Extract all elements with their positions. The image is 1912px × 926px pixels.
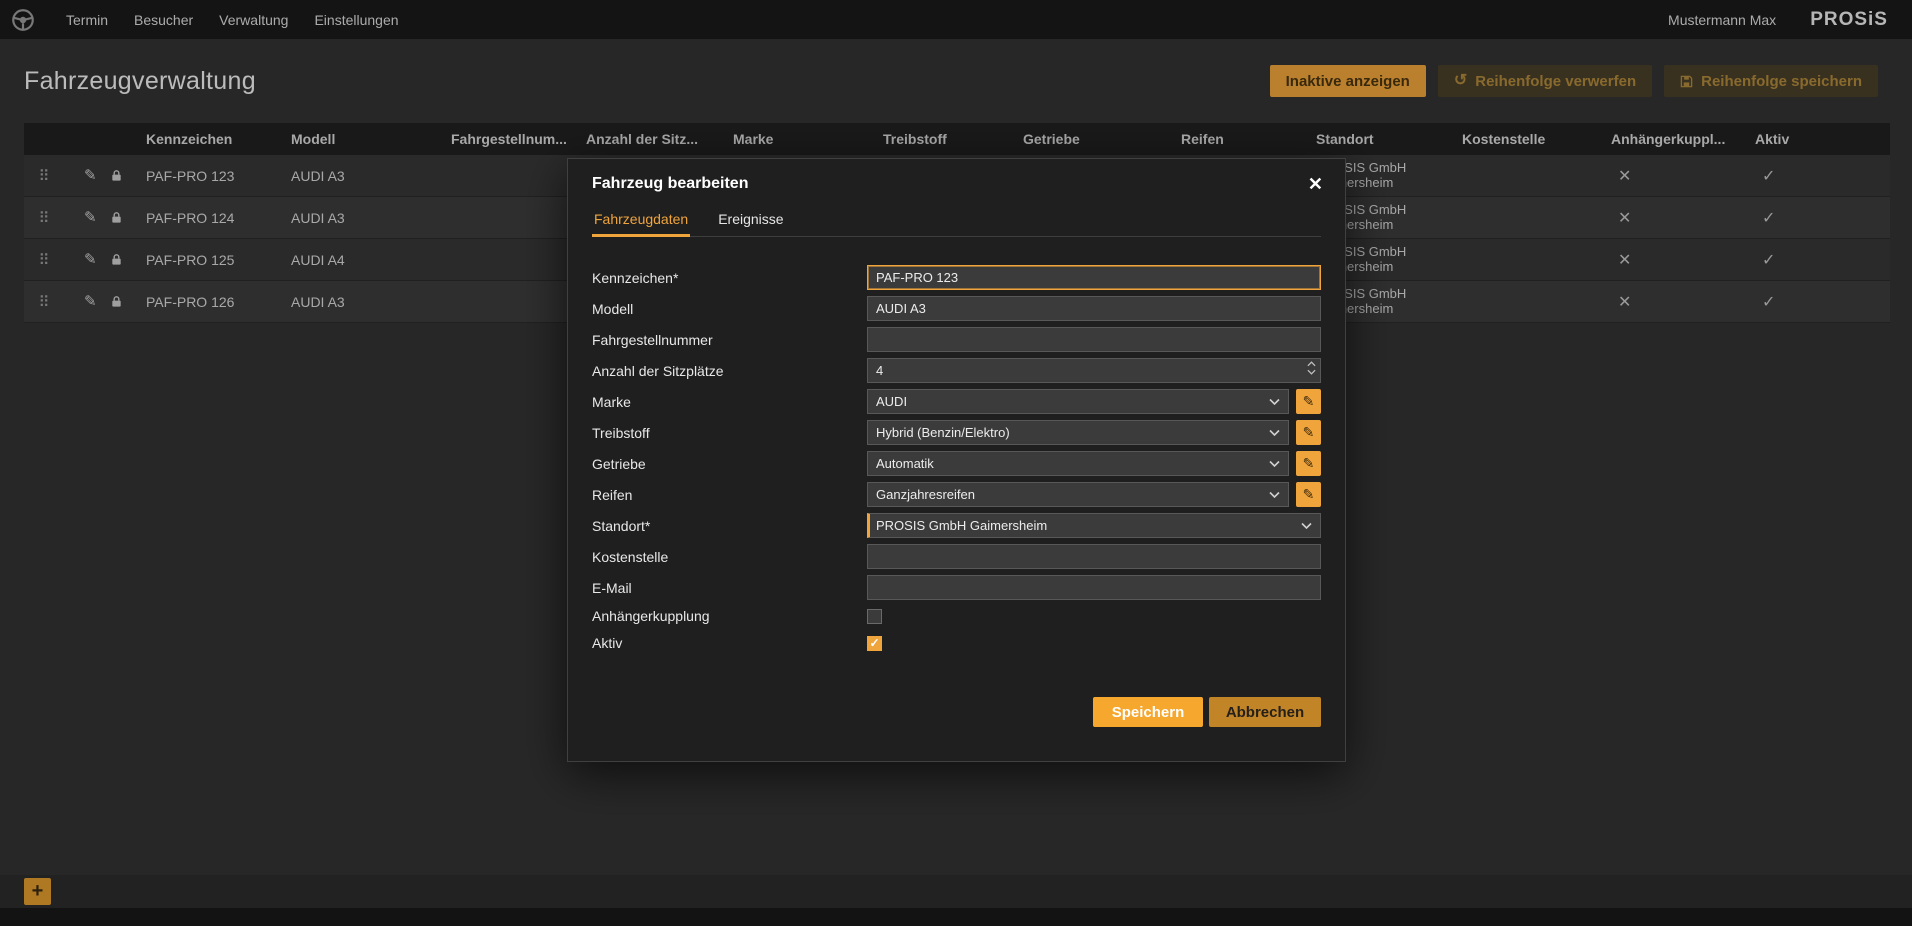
close-icon[interactable]: ✕ xyxy=(1308,175,1323,193)
getriebe-select-value: Automatik xyxy=(876,456,934,471)
form-row: Anhängerkupplung xyxy=(592,606,1321,626)
reifen-select[interactable]: Ganzjahresreifen xyxy=(867,482,1289,507)
modell-label: Modell xyxy=(592,301,867,317)
chevron-down-icon xyxy=(1307,369,1316,375)
tab-ereignisse[interactable]: Ereignisse xyxy=(716,203,785,236)
chevron-down-icon xyxy=(1301,522,1312,529)
chevron-down-icon xyxy=(1269,460,1280,467)
edit-reifen-button[interactable]: ✎ xyxy=(1296,482,1321,507)
edit-marke-button[interactable]: ✎ xyxy=(1296,389,1321,414)
modal-actions: Speichern Abbrechen xyxy=(592,697,1321,727)
treibstoff-label: Treibstoff xyxy=(592,425,867,441)
marke-select[interactable]: AUDI xyxy=(867,389,1289,414)
tab-fahrzeugdaten[interactable]: Fahrzeugdaten xyxy=(592,203,690,236)
form-row: Anzahl der Sitzplätze xyxy=(592,358,1321,383)
chevron-down-icon xyxy=(1269,429,1280,436)
email-input[interactable] xyxy=(867,575,1321,600)
pencil-icon: ✎ xyxy=(1303,455,1315,472)
form-row: Modell xyxy=(592,296,1321,321)
pencil-icon: ✎ xyxy=(1303,486,1315,503)
cancel-button[interactable]: Abbrechen xyxy=(1209,697,1321,727)
form-row: Treibstoff Hybrid (Benzin/Elektro) ✎ xyxy=(592,420,1321,445)
form-row: Reifen Ganzjahresreifen ✎ xyxy=(592,482,1321,507)
treibstoff-select[interactable]: Hybrid (Benzin/Elektro) xyxy=(867,420,1289,445)
standort-select-value: PROSIS GmbH Gaimersheim xyxy=(876,518,1047,533)
getriebe-label: Getriebe xyxy=(592,456,867,472)
sitzplaetze-input[interactable] xyxy=(867,358,1321,383)
fahrgestellnummer-input[interactable] xyxy=(867,327,1321,352)
anhaengerkupplung-label: Anhängerkupplung xyxy=(592,608,867,624)
chevron-up-icon xyxy=(1307,361,1316,367)
marke-label: Marke xyxy=(592,394,867,410)
form-row: Standort* PROSIS GmbH Gaimersheim xyxy=(592,513,1321,538)
modell-input[interactable] xyxy=(867,296,1321,321)
standort-select[interactable]: PROSIS GmbH Gaimersheim xyxy=(867,513,1321,538)
kennzeichen-input[interactable] xyxy=(867,265,1321,290)
edit-treibstoff-button[interactable]: ✎ xyxy=(1296,420,1321,445)
edit-getriebe-button[interactable]: ✎ xyxy=(1296,451,1321,476)
form-row: Getriebe Automatik ✎ xyxy=(592,451,1321,476)
form-row: Fahrgestellnummer xyxy=(592,327,1321,352)
modal-tabs: Fahrzeugdaten Ereignisse xyxy=(592,203,1321,237)
marke-select-value: AUDI xyxy=(876,394,907,409)
form-row: Kennzeichen* xyxy=(592,265,1321,290)
anhaengerkupplung-checkbox[interactable] xyxy=(867,609,882,624)
edit-vehicle-modal: Fahrzeug bearbeiten ✕ Fahrzeugdaten Erei… xyxy=(567,158,1346,762)
standort-label: Standort* xyxy=(592,518,867,534)
kostenstelle-input[interactable] xyxy=(867,544,1321,569)
form-row: Kostenstelle xyxy=(592,544,1321,569)
pencil-icon: ✎ xyxy=(1303,393,1315,410)
modal-title: Fahrzeug bearbeiten xyxy=(592,175,748,193)
form-row: Aktiv xyxy=(592,633,1321,653)
reifen-label: Reifen xyxy=(592,487,867,503)
sitzplaetze-label: Anzahl der Sitzplätze xyxy=(592,363,867,379)
email-label: E-Mail xyxy=(592,580,867,596)
treibstoff-select-value: Hybrid (Benzin/Elektro) xyxy=(876,425,1010,440)
chevron-down-icon xyxy=(1269,398,1280,405)
aktiv-checkbox[interactable] xyxy=(867,636,882,651)
fahrgestellnummer-label: Fahrgestellnummer xyxy=(592,332,867,348)
aktiv-label: Aktiv xyxy=(592,635,867,651)
kostenstelle-label: Kostenstelle xyxy=(592,549,867,565)
pencil-icon: ✎ xyxy=(1303,424,1315,441)
form-row: Marke AUDI ✎ xyxy=(592,389,1321,414)
chevron-down-icon xyxy=(1269,491,1280,498)
number-stepper[interactable] xyxy=(1307,361,1316,375)
kennzeichen-label: Kennzeichen* xyxy=(592,270,867,286)
vehicle-form: Kennzeichen* Modell Fahrgestellnummer An… xyxy=(568,237,1345,653)
modal-header: Fahrzeug bearbeiten ✕ xyxy=(568,159,1345,199)
reifen-select-value: Ganzjahresreifen xyxy=(876,487,975,502)
getriebe-select[interactable]: Automatik xyxy=(867,451,1289,476)
save-button[interactable]: Speichern xyxy=(1093,697,1203,727)
form-row: E-Mail xyxy=(592,575,1321,600)
